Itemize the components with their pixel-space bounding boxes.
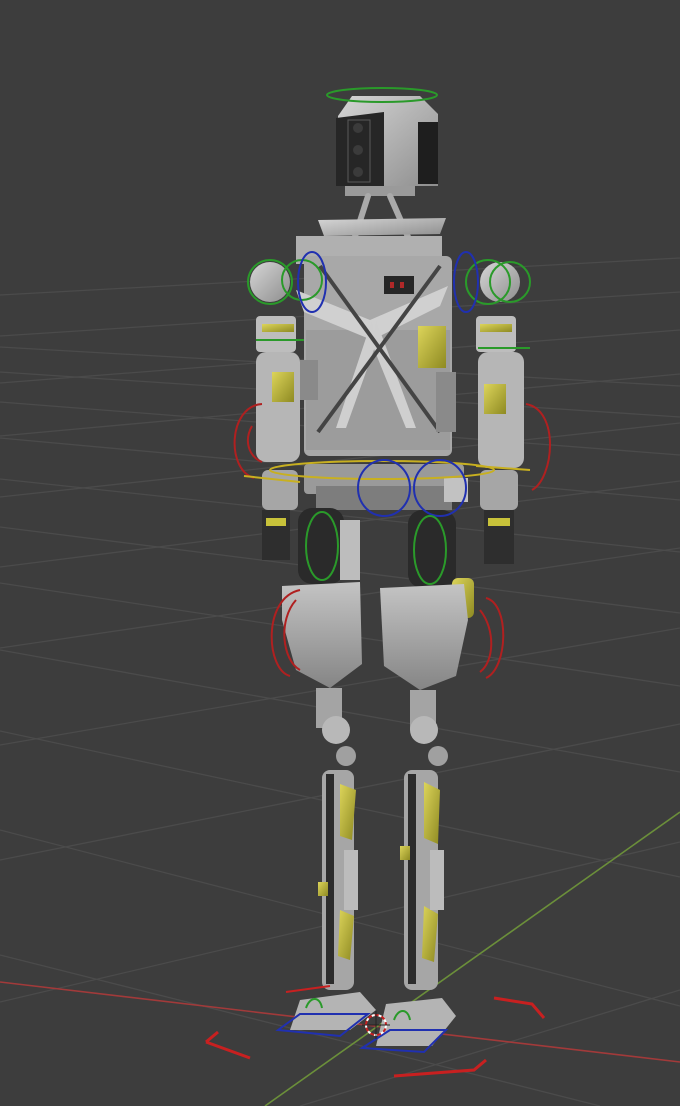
robot-pelvis[interactable] xyxy=(304,464,468,510)
robot-torso[interactable] xyxy=(296,256,456,456)
3d-viewport[interactable] xyxy=(0,0,680,1106)
robot-left-shin[interactable] xyxy=(318,770,358,990)
viewport-canvas[interactable] xyxy=(0,0,680,1106)
robot-head[interactable] xyxy=(336,96,438,196)
robot-right-shin[interactable] xyxy=(400,770,444,990)
